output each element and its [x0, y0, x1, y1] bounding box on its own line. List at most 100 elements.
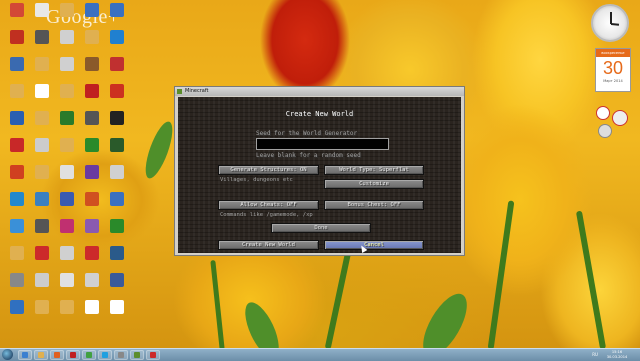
cancel-button[interactable]: Cancel	[324, 240, 424, 250]
app-icon	[110, 165, 124, 179]
app-icon	[85, 273, 99, 287]
desktop-icon[interactable]	[102, 29, 132, 57]
skype-icon	[102, 352, 108, 358]
app-icon	[150, 352, 156, 358]
app-icon	[85, 84, 99, 98]
customize-button[interactable]: Customize	[324, 179, 424, 189]
generate-structures-button[interactable]: Generate Structures: ON	[218, 165, 319, 175]
app-icon	[35, 111, 49, 125]
desktop-icon[interactable]	[102, 164, 132, 192]
taskbar: RU 15:16 30.03.2014	[0, 348, 640, 361]
wallpaper-stem	[210, 259, 225, 348]
app-icon	[118, 352, 124, 358]
desktop-icon[interactable]	[102, 191, 132, 219]
app-icon	[60, 57, 74, 71]
cheats-hint: Commands like /gamemode, /xp	[220, 212, 313, 218]
app-icon	[10, 219, 24, 233]
window-titlebar[interactable]: Minecraft	[175, 87, 464, 96]
desktop-icon[interactable]	[102, 83, 132, 111]
bonus-chest-button[interactable]: Bonus Chest: OFF	[324, 200, 424, 210]
desktop-icon[interactable]	[102, 137, 132, 165]
desktop-icon[interactable]	[102, 2, 132, 30]
opera-icon	[70, 352, 76, 358]
minecraft-app-icon	[177, 89, 182, 94]
app-icon	[10, 138, 24, 152]
calendar-gadget[interactable]: воскресенье 30 Март 2014	[595, 48, 631, 92]
gadget-icon[interactable]	[596, 106, 610, 120]
world-type-button[interactable]: World Type: Superflat	[324, 165, 424, 175]
taskbar-chrome[interactable]	[82, 350, 96, 360]
minecraft-window[interactable]: Minecraft Create New World Seed for the …	[174, 86, 465, 256]
minecraft-icon	[134, 352, 140, 358]
app-icon	[85, 3, 99, 17]
app-icon	[110, 57, 124, 71]
structures-hint: Villages, dungeons etc	[220, 177, 293, 183]
seed-input[interactable]	[256, 138, 389, 150]
wallpaper-stem	[487, 200, 515, 348]
app-icon	[110, 219, 124, 233]
language-indicator[interactable]: RU	[592, 352, 598, 357]
taskbar-explorer[interactable]	[34, 350, 48, 360]
app-icon	[60, 300, 74, 314]
tray-clock[interactable]: 15:16 30.03.2014	[604, 349, 630, 361]
folder-icon	[85, 30, 99, 44]
gadget-icon[interactable]	[598, 124, 612, 138]
app-icon	[10, 246, 24, 260]
wallpaper-leaf	[238, 297, 286, 348]
calendar-weekday: воскресенье	[596, 49, 630, 57]
seed-label: Seed for the World Generator	[256, 130, 358, 137]
app-icon	[60, 111, 74, 125]
app-icon	[10, 57, 24, 71]
wallpaper-stem	[575, 210, 607, 348]
ie-icon	[22, 352, 28, 358]
app-icon	[110, 3, 124, 17]
start-button[interactable]	[2, 349, 13, 360]
calendar-day: 30	[602, 58, 624, 78]
taskbar-app[interactable]	[146, 350, 160, 360]
app-icon	[10, 111, 24, 125]
app-icon	[60, 273, 74, 287]
create-new-world-button[interactable]: Create New World	[218, 240, 319, 250]
desktop-icon[interactable]	[102, 218, 132, 246]
media-player-icon	[54, 352, 60, 358]
app-icon	[110, 30, 124, 44]
app-icon	[60, 84, 74, 98]
done-button[interactable]: Done	[271, 223, 371, 233]
desktop-icon[interactable]	[102, 56, 132, 84]
taskbar-minecraft[interactable]	[130, 350, 144, 360]
taskbar-media[interactable]	[50, 350, 64, 360]
desktop-icon[interactable]	[102, 245, 132, 273]
taskbar-skype[interactable]	[98, 350, 112, 360]
desktop-icon[interactable]	[102, 272, 132, 300]
allow-cheats-button[interactable]: Allow Cheats: OFF	[218, 200, 319, 210]
app-icon	[110, 273, 124, 287]
wallpaper-leaf	[140, 118, 178, 182]
wallpaper-stem	[324, 250, 352, 348]
gadget-icon[interactable]	[612, 110, 628, 126]
tray-date: 30.03.2014	[606, 355, 628, 359]
desktop-icon[interactable]	[102, 299, 132, 327]
app-icon	[10, 300, 24, 314]
taskbar-opera[interactable]	[66, 350, 80, 360]
taskbar-app[interactable]	[114, 350, 128, 360]
app-icon	[60, 219, 74, 233]
window-title: Minecraft	[185, 88, 209, 94]
app-icon	[85, 57, 99, 71]
seed-hint: Leave blank for a random seed	[256, 152, 361, 159]
app-icon	[35, 3, 49, 17]
app-icon	[10, 273, 24, 287]
app-icon	[60, 165, 74, 179]
app-icon	[35, 219, 49, 233]
folder-icon	[60, 3, 74, 17]
app-icon	[35, 165, 49, 179]
clock-gadget[interactable]	[591, 4, 629, 42]
app-icon	[10, 30, 24, 44]
app-icon	[110, 246, 124, 260]
desktop-icon[interactable]	[102, 110, 132, 138]
app-icon	[60, 246, 74, 260]
create-world-screen: Create New World Seed for the World Gene…	[178, 97, 461, 253]
calendar-month-year: Март 2014	[603, 79, 623, 83]
app-icon	[85, 165, 99, 179]
taskbar-ie[interactable]	[18, 350, 32, 360]
app-icon	[85, 219, 99, 233]
